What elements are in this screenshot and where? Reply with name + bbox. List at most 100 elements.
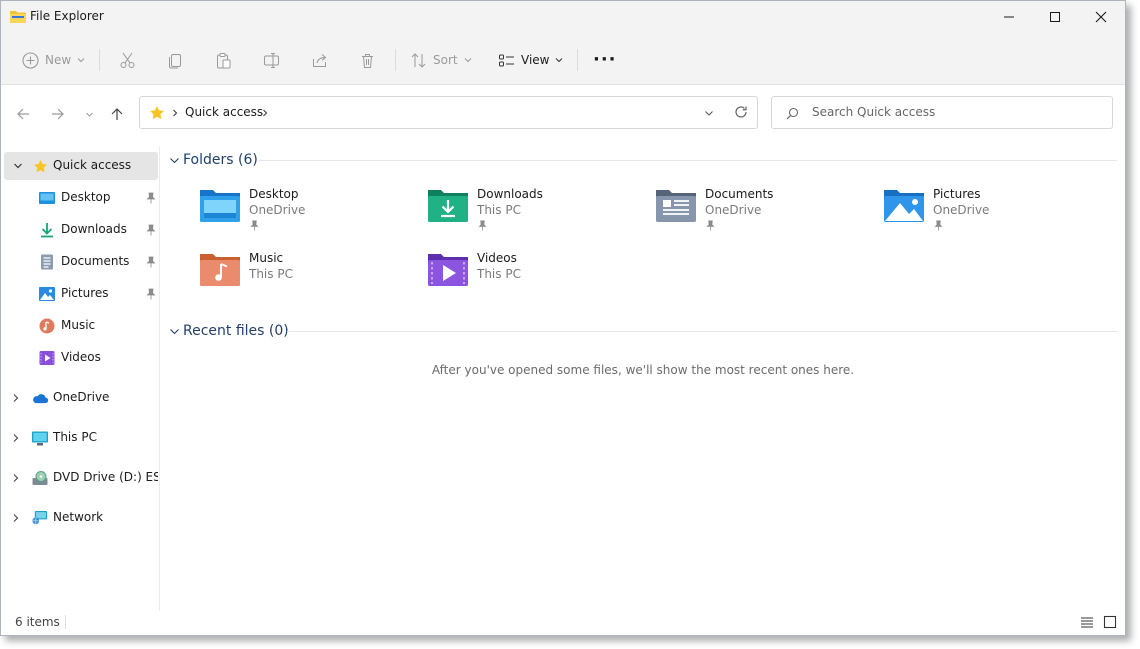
trash-icon: [362, 53, 373, 68]
arrow-left-icon: [17, 108, 29, 120]
arrow-right-icon: [52, 108, 64, 120]
maximize-button[interactable]: [1032, 1, 1078, 33]
minimize-icon: [1004, 16, 1014, 18]
folder-name: Pictures: [933, 187, 981, 201]
sidebar-item-label: OneDrive: [53, 390, 110, 404]
more-icon: ···: [593, 49, 617, 70]
chevron-down-icon: [77, 58, 85, 63]
chevron-right-icon[interactable]: [11, 513, 21, 523]
sidebar-item-label: Downloads: [61, 222, 127, 236]
minimize-button[interactable]: [986, 1, 1032, 33]
pin-icon: [146, 192, 156, 204]
section-divider: [287, 331, 1117, 332]
sidebar-item-onedrive[interactable]: OneDrive: [4, 384, 158, 412]
onedrive-icon: [32, 390, 48, 406]
chevron-down-icon: [464, 58, 471, 63]
folder-pictures[interactable]: Pictures OneDrive: [845, 186, 1045, 240]
view-icon: [499, 54, 514, 66]
close-button[interactable]: [1078, 1, 1124, 33]
sidebar-item-network[interactable]: Network: [4, 504, 158, 532]
address-bar[interactable]: Quick access: [139, 96, 758, 129]
rename-button[interactable]: [263, 47, 280, 73]
sidebar-item-label: This PC: [53, 430, 97, 444]
desktop-icon: [39, 190, 55, 206]
forward-button[interactable]: [47, 104, 69, 124]
chevron-right-icon[interactable]: [11, 473, 21, 483]
chevron-right-icon[interactable]: [11, 433, 21, 443]
details-view-icon[interactable]: [1080, 615, 1094, 629]
network-icon: [32, 510, 48, 526]
share-icon: [313, 53, 327, 67]
folder-desktop[interactable]: Desktop OneDrive: [161, 186, 361, 240]
chevron-down-icon: [85, 112, 93, 117]
recent-locations-button[interactable]: [78, 104, 100, 124]
title-bar[interactable]: File Explorer: [1, 1, 1125, 33]
sidebar-item-downloads[interactable]: Downloads: [4, 216, 158, 244]
window-chrome: File Explorer New Sort View ···: [1, 1, 1125, 85]
videos-icon: [39, 350, 55, 366]
sidebar-item-desktop[interactable]: Desktop: [4, 184, 158, 212]
tiles-view-icon[interactable]: [1103, 615, 1117, 629]
documents-folder-icon: [656, 190, 696, 222]
folder-name: Documents: [705, 187, 774, 201]
sidebar-item-videos[interactable]: Videos: [4, 344, 158, 372]
sidebar-item-label: Pictures: [61, 286, 109, 300]
address-row: Quick access Search Quick access: [1, 86, 1125, 142]
share-button[interactable]: [311, 47, 328, 73]
delete-button[interactable]: [359, 47, 376, 73]
sidebar-item-quick-access[interactable]: Quick access: [4, 152, 158, 180]
sidebar-item-label: Network: [53, 510, 104, 524]
folder-documents[interactable]: Documents OneDrive: [617, 186, 817, 240]
downloads-icon: [39, 222, 55, 238]
sidebar-item-this-pc[interactable]: This PC: [4, 424, 158, 452]
pictures-folder-icon: [884, 190, 924, 222]
view-button[interactable]: View: [498, 47, 563, 73]
folder-music[interactable]: Music This PC: [161, 250, 361, 304]
documents-icon: [39, 254, 55, 270]
sort-button[interactable]: Sort: [410, 47, 472, 73]
chevron-down-icon[interactable]: [13, 161, 23, 171]
chevron-down-icon: [556, 58, 563, 63]
folder-downloads[interactable]: Downloads This PC: [389, 186, 589, 240]
scissors-icon: [120, 52, 135, 68]
star-icon: [32, 158, 48, 174]
folder-name: Videos: [477, 251, 517, 265]
back-button[interactable]: [12, 104, 34, 124]
sidebar-item-pictures[interactable]: Pictures: [4, 280, 158, 308]
recent-files-section-header[interactable]: Recent files (0): [169, 323, 289, 339]
sidebar-item-label: Quick access: [53, 158, 132, 172]
folder-name: Desktop: [249, 187, 299, 201]
refresh-icon[interactable]: [734, 105, 748, 119]
music-icon: [39, 318, 55, 334]
cut-button[interactable]: [119, 47, 136, 73]
paste-button[interactable]: [215, 47, 232, 73]
copy-button[interactable]: [167, 47, 184, 73]
search-placeholder: Search Quick access: [812, 105, 936, 119]
address-location[interactable]: Quick access: [185, 105, 263, 119]
new-label: New: [45, 53, 72, 67]
pin-icon: [250, 220, 259, 231]
see-more-button[interactable]: ···: [593, 47, 617, 73]
navigation-pane: Quick access Desktop Downloads Documents: [1, 146, 160, 611]
sidebar-item-documents[interactable]: Documents: [4, 248, 158, 276]
maximize-icon: [1050, 12, 1060, 22]
copy-icon: [169, 53, 181, 68]
new-button[interactable]: New: [22, 47, 85, 73]
sidebar-item-dvd-drive[interactable]: DVD Drive (D:) ESD-ISO: [4, 464, 158, 492]
up-button[interactable]: [106, 104, 128, 124]
folder-videos[interactable]: Videos This PC: [389, 250, 589, 304]
downloads-folder-icon: [428, 190, 468, 222]
sidebar-item-label: Videos: [61, 350, 101, 364]
pin-icon: [478, 220, 487, 231]
chevron-right-icon[interactable]: [11, 393, 21, 403]
plus-circle-icon: [22, 51, 39, 69]
chevron-down-icon[interactable]: [704, 108, 714, 118]
sidebar-item-label: Documents: [61, 254, 130, 268]
view-label: View: [521, 53, 550, 67]
sidebar-item-music[interactable]: Music: [4, 312, 158, 340]
folder-location: This PC: [477, 203, 521, 217]
search-box[interactable]: Search Quick access: [771, 96, 1113, 129]
folders-section-header[interactable]: Folders (6): [169, 152, 258, 168]
videos-folder-icon: [428, 254, 468, 286]
recent-files-empty-message: After you've opened some files, we'll sh…: [431, 363, 855, 377]
